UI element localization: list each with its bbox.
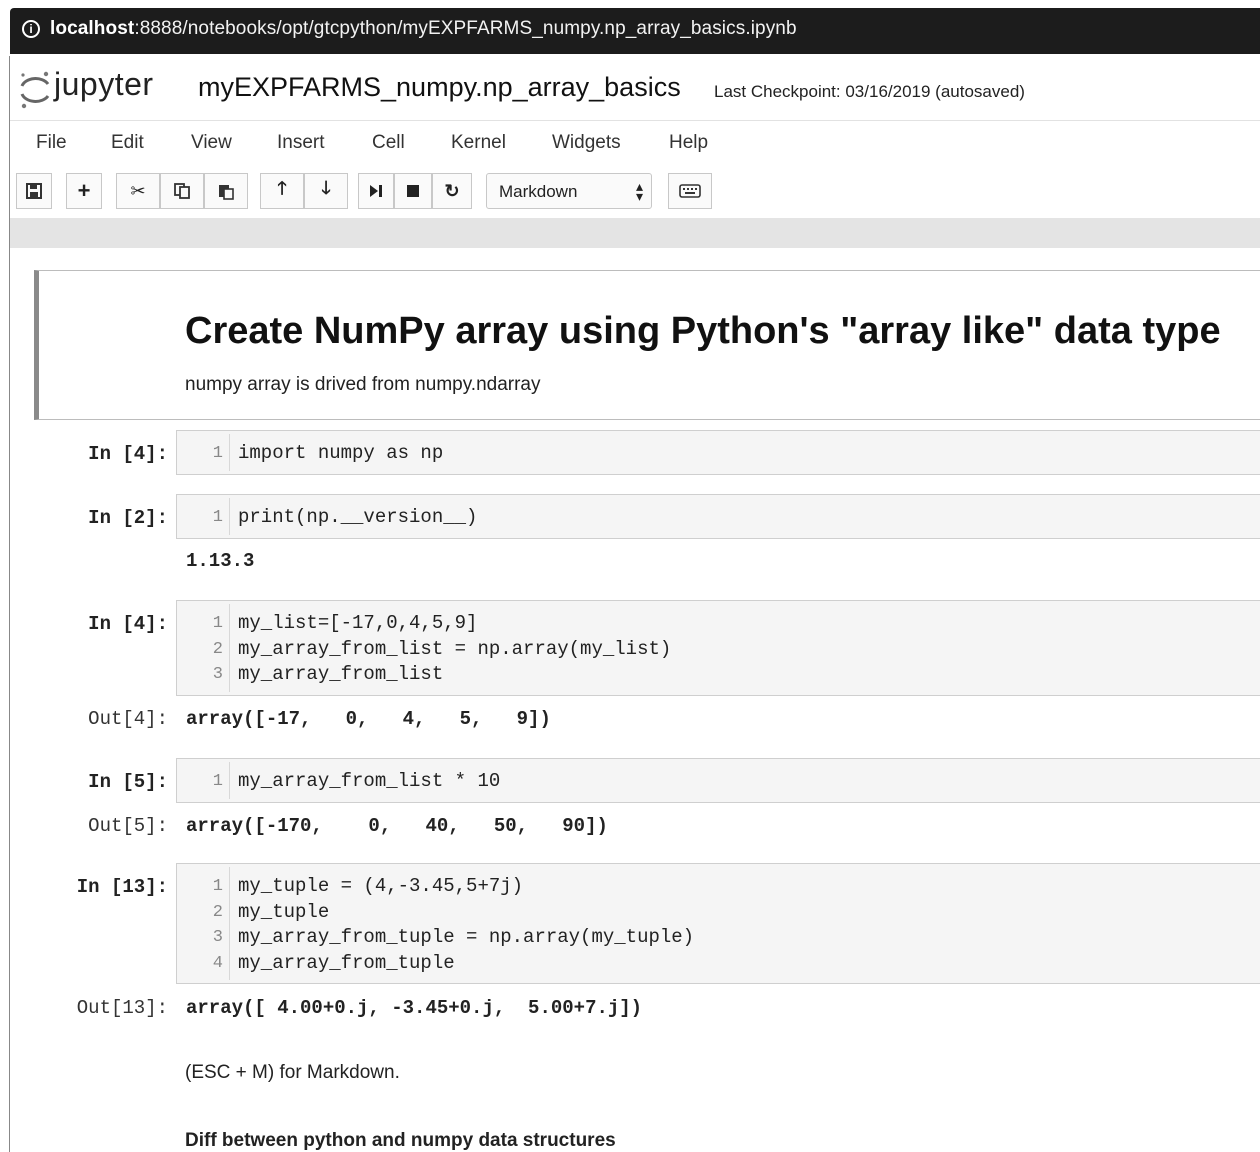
jupyter-logo-icon[interactable] — [18, 66, 52, 112]
menu-view[interactable]: View — [191, 132, 232, 154]
line-number: 2 — [212, 640, 223, 659]
menu-cell[interactable]: Cell — [372, 132, 405, 154]
markdown-note: (ESC + M) for Markdown. — [185, 1062, 400, 1083]
insert-cell-button[interactable]: + — [66, 173, 102, 209]
stop-icon — [407, 185, 419, 197]
line-number: 1 — [212, 444, 223, 463]
step-forward-icon — [370, 185, 382, 197]
cell-output: array([-170, 0, 40, 50, 90]) — [186, 815, 608, 837]
line-number-gutter — [229, 434, 230, 471]
arrow-up-icon: 🡑 — [277, 178, 287, 198]
menu-kernel[interactable]: Kernel — [451, 132, 506, 154]
code-line: my_array_from_list — [238, 663, 444, 685]
scissors-icon: ✂ — [130, 180, 146, 201]
markdown-heading: Create NumPy array using Python's "array… — [185, 310, 1221, 352]
code-line: my_list=[-17,0,4,5,9] — [238, 612, 478, 634]
input-prompt: In [2]: — [88, 507, 168, 529]
line-number: 3 — [212, 665, 223, 684]
input-prompt: In [5]: — [88, 771, 168, 793]
menu-edit[interactable]: Edit — [111, 132, 144, 154]
save-icon — [26, 183, 42, 199]
code-line: my_array_from_list * 10 — [238, 770, 501, 792]
menu-insert[interactable]: Insert — [277, 132, 325, 154]
code-line: my_tuple — [238, 901, 330, 923]
url-bar-background: i localhost:8888/notebooks/opt/gtcpython… — [10, 8, 1260, 54]
checkpoint-status: Last Checkpoint: 03/16/2019 (autosaved) — [714, 82, 1025, 101]
url-host: localhost — [50, 18, 135, 39]
cell-type-value: Markdown — [499, 182, 578, 201]
line-number: 4 — [212, 954, 223, 973]
keyboard-icon — [679, 184, 701, 198]
url-text[interactable]: localhost:8888/notebooks/opt/gtcpython/m… — [50, 18, 797, 40]
code-line: my_array_from_tuple — [238, 952, 455, 974]
code-line: print(np.__version__) — [238, 506, 478, 528]
cell-type-select[interactable]: Markdown ▴ ▾ — [486, 173, 652, 209]
menu-file[interactable]: File — [36, 132, 67, 154]
info-icon[interactable]: i — [22, 20, 40, 38]
interrupt-button[interactable] — [394, 173, 432, 209]
browser-url-bar: i localhost:8888/notebooks/opt/gtcpython… — [0, 0, 1260, 56]
cell-output: array([ 4.00+0.j, -3.45+0.j, 5.00+7.j]) — [186, 997, 643, 1019]
line-number: 1 — [212, 772, 223, 791]
code-line: my_array_from_tuple = np.array(my_tuple) — [238, 926, 695, 948]
line-number-gutter — [229, 762, 230, 799]
run-button[interactable] — [358, 173, 394, 209]
menu-widgets[interactable]: Widgets — [552, 132, 621, 154]
cell-output: 1.13.3 — [186, 550, 255, 572]
line-number-gutter — [229, 867, 230, 980]
line-number: 2 — [212, 903, 223, 922]
line-number: 3 — [212, 928, 223, 947]
output-prompt: Out[13]: — [76, 997, 168, 1019]
move-down-button[interactable]: 🡓 — [304, 173, 348, 209]
cut-button[interactable]: ✂ — [116, 173, 160, 209]
arrow-down-icon: 🡓 — [321, 178, 331, 198]
code-line: my_array_from_list = np.array(my_list) — [238, 638, 672, 660]
input-prompt: In [13]: — [76, 876, 168, 898]
line-number: 1 — [212, 614, 223, 633]
url-path: :8888/notebooks/opt/gtcpython/myEXPFARMS… — [134, 18, 797, 39]
restart-button[interactable]: ↻ — [432, 173, 472, 209]
line-number-gutter — [229, 604, 230, 692]
markdown-subheading: Diff between python and numpy data struc… — [185, 1130, 616, 1151]
output-prompt: Out[4]: — [88, 708, 168, 730]
code-line: import numpy as np — [238, 442, 444, 464]
menu-help[interactable]: Help — [669, 132, 708, 154]
paste-button[interactable] — [204, 173, 248, 209]
output-prompt: Out[5]: — [88, 815, 168, 837]
move-up-button[interactable]: 🡑 — [260, 173, 304, 209]
copy-button[interactable] — [160, 173, 204, 209]
jupyter-header: jupyter myEXPFARMS_numpy.np_array_basics… — [10, 56, 1260, 120]
notebook-top-gutter — [10, 218, 1260, 248]
save-button[interactable] — [16, 173, 52, 209]
line-number: 1 — [212, 877, 223, 896]
input-prompt: In [4]: — [88, 443, 168, 465]
code-line: my_tuple = (4,-3.45,5+7j) — [238, 875, 524, 897]
copy-icon — [174, 183, 190, 199]
line-number: 1 — [212, 508, 223, 527]
select-arrows-icon: ▴ ▾ — [635, 178, 643, 204]
cell-output: array([-17, 0, 4, 5, 9]) — [186, 708, 551, 730]
menu-bar: File Edit View Insert Cell Kernel Widget… — [10, 120, 1260, 168]
notebook-title[interactable]: myEXPFARMS_numpy.np_array_basics — [198, 72, 681, 103]
input-prompt: In [4]: — [88, 613, 168, 635]
command-palette-button[interactable] — [668, 173, 712, 209]
plus-icon: + — [77, 178, 91, 203]
paste-icon — [219, 185, 234, 200]
jupyter-brand[interactable]: jupyter — [54, 66, 154, 103]
refresh-icon: ↻ — [444, 180, 460, 201]
notebook-toolbar: + ✂ 🡑 🡓 ↻ Markdown ▴ ▾ — [10, 166, 1260, 218]
markdown-paragraph: numpy array is drived from numpy.ndarray — [185, 374, 541, 395]
line-number-gutter — [229, 498, 230, 535]
